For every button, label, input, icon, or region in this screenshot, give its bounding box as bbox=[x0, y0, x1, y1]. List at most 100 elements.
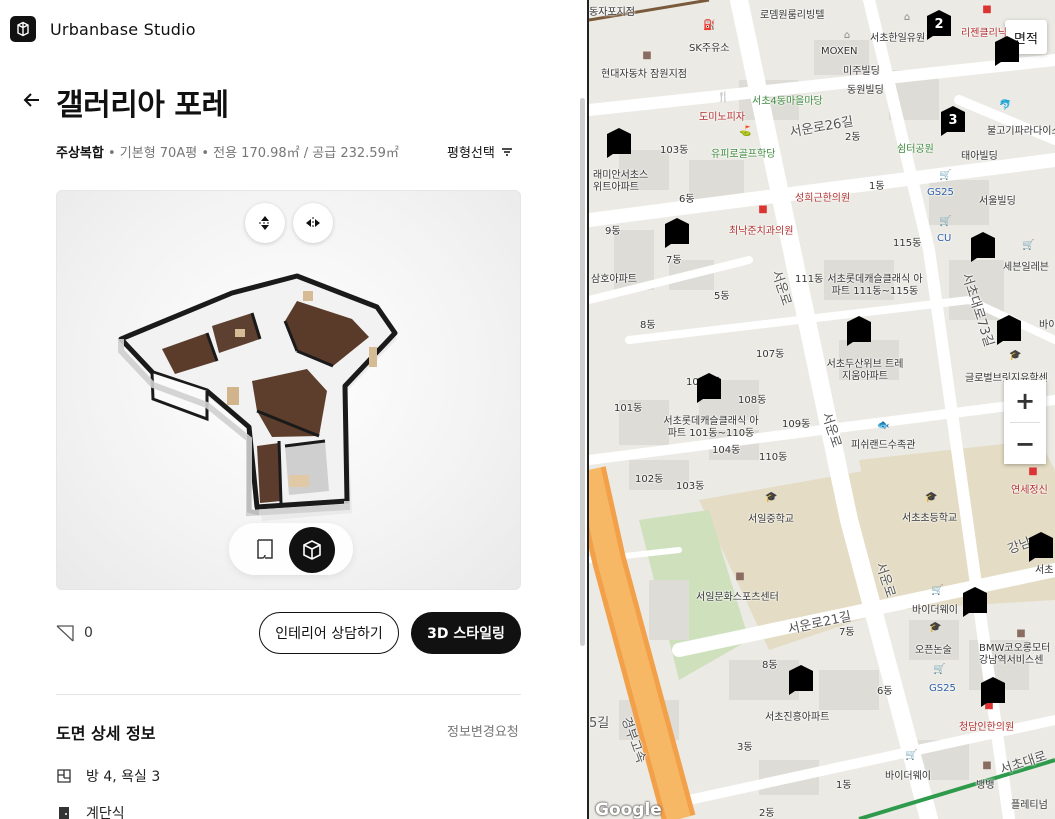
map-label: 동원빌딩 bbox=[847, 85, 884, 96]
apartment-marker-icon[interactable] bbox=[787, 665, 815, 695]
bookmark-icon bbox=[56, 625, 74, 642]
interior-consult-button[interactable]: 인테리어 상담하기 bbox=[259, 612, 399, 654]
sports-center-icon: ■ bbox=[735, 571, 745, 582]
map-label: GS25 bbox=[929, 683, 956, 694]
store-icon: 🛒 bbox=[905, 750, 918, 761]
apartment-marker-icon[interactable] bbox=[1027, 532, 1055, 562]
view-2d-button[interactable] bbox=[253, 537, 277, 561]
map-label: 플레티넘 bbox=[1011, 800, 1048, 811]
rooms-info: 방 4, 욕실 3 bbox=[56, 766, 160, 786]
apartment-marker-icon[interactable] bbox=[979, 677, 1007, 707]
store-icon: 🛒 bbox=[933, 664, 946, 675]
apartment-marker-icon[interactable] bbox=[995, 315, 1023, 345]
school-icon: 🎓 bbox=[929, 622, 942, 633]
map-label: 서초롯데캐슬클래식 아파트 111동~115동 bbox=[827, 274, 923, 297]
floorplan-meta: 주상복합 • 기본형 70A평 • 전용 170.98㎡ / 공급 232.59… bbox=[56, 142, 399, 161]
apartment-marker-icon[interactable] bbox=[961, 587, 989, 617]
floorplan-2d-icon bbox=[257, 539, 273, 559]
building-icon: ⌂ bbox=[843, 30, 851, 41]
map-label: 3동 bbox=[737, 742, 753, 753]
map-label: 6동 bbox=[679, 194, 695, 205]
cluster-marker[interactable]: 3 bbox=[939, 106, 967, 136]
detail-panel: Urbanbase Studio 갤러리아 포레 주상복합 • 기본형 70A평… bbox=[0, 0, 588, 819]
map-label: 서초초등학교 bbox=[902, 513, 958, 524]
zoom-out-button[interactable]: − bbox=[1004, 423, 1046, 465]
size-select-button[interactable]: 평형선택 bbox=[447, 142, 513, 161]
zoom-in-button[interactable]: + bbox=[1004, 380, 1046, 422]
aquarium-icon: 🐟 bbox=[877, 420, 890, 431]
map-label: 108동 bbox=[738, 395, 767, 406]
zoom-controls: + − bbox=[1004, 380, 1046, 464]
map-label: 세븐일레븐 bbox=[1003, 262, 1049, 273]
map-label: 103동 bbox=[676, 481, 705, 492]
map-label: 110동 bbox=[759, 452, 788, 463]
building-icon: ■ bbox=[982, 760, 992, 771]
panel-scrollbar[interactable] bbox=[580, 98, 585, 646]
apartment-marker-icon[interactable] bbox=[845, 316, 873, 346]
store-icon: 🛒 bbox=[939, 170, 952, 181]
building-icon: ■ bbox=[642, 50, 652, 61]
cube-3d-icon bbox=[303, 540, 321, 560]
cluster-marker[interactable]: 2 bbox=[925, 10, 953, 40]
floorplan-3d-viewer[interactable] bbox=[56, 190, 521, 590]
apartment-marker-icon[interactable] bbox=[605, 128, 633, 158]
apartment-marker-icon[interactable] bbox=[663, 218, 691, 248]
golf-icon: ⛳ bbox=[739, 126, 752, 137]
school-icon: 🎓 bbox=[765, 492, 778, 503]
back-arrow-icon[interactable] bbox=[20, 88, 44, 112]
map-label: 서초4동마을마당 bbox=[752, 96, 823, 107]
map-label: 서초롯데캐슬클래식 아파트 101동~110동 bbox=[663, 416, 759, 439]
map-label: 최낙준치과의원 bbox=[729, 226, 794, 237]
map-label: 뱅뱅 bbox=[976, 780, 995, 791]
filter-icon bbox=[501, 147, 512, 156]
map-label: 동자포지점 bbox=[589, 7, 635, 18]
school-icon: 🎓 bbox=[1009, 350, 1022, 361]
map-label: 7동 bbox=[839, 627, 855, 638]
apartment-marker-icon[interactable] bbox=[993, 36, 1021, 66]
brand[interactable]: Urbanbase Studio bbox=[10, 16, 196, 42]
map-label: 서울빌딩 bbox=[979, 196, 1016, 207]
rooms-text: 방 4, 욕실 3 bbox=[86, 769, 161, 785]
map-label: 피쉬랜드수족관 bbox=[851, 440, 916, 451]
map-label: 삼호아파트 bbox=[591, 274, 637, 285]
map-label: 107동 bbox=[756, 349, 785, 360]
store-icon: 🛒 bbox=[1022, 240, 1035, 251]
google-logo: Google bbox=[595, 800, 662, 819]
view-mode-toggle bbox=[229, 523, 353, 575]
cluster-count: 2 bbox=[934, 17, 944, 32]
brand-logo-icon bbox=[10, 16, 36, 42]
section-divider bbox=[56, 694, 521, 695]
map-label: 서초두산위브 트레지움아파트 bbox=[826, 359, 904, 382]
map-label: CU bbox=[937, 233, 952, 244]
map-label: 102동 bbox=[635, 474, 664, 485]
structure-text: 계단식 bbox=[86, 806, 125, 819]
map-label: 6동 bbox=[877, 686, 893, 697]
3d-styling-button[interactable]: 3D 스타일링 bbox=[411, 612, 521, 654]
map-label: 유피로골프학당 bbox=[711, 149, 776, 160]
map-label: 115동 bbox=[893, 238, 922, 249]
map-label: 2동 bbox=[759, 808, 775, 819]
cluster-count: 3 bbox=[948, 113, 958, 128]
apartment-marker-icon[interactable] bbox=[695, 373, 723, 403]
apartment-marker-icon[interactable] bbox=[969, 232, 997, 262]
school-icon: 🎓 bbox=[925, 492, 938, 503]
map-label: MOXEN bbox=[821, 46, 858, 57]
map-label: 바이더웨이 bbox=[885, 771, 931, 782]
change-request-link[interactable]: 정보변경요청 bbox=[447, 721, 519, 740]
map-label: 쉼터공원 bbox=[897, 144, 934, 155]
bookmark-button[interactable]: 0 bbox=[56, 624, 93, 642]
building-type: 주상복합 bbox=[56, 146, 104, 161]
floorplan-specs: • 기본형 70A평 • 전용 170.98㎡ / 공급 232.59㎡ bbox=[103, 146, 399, 161]
map-label: 서일문화스포츠센터 bbox=[696, 592, 779, 603]
view-3d-button[interactable] bbox=[289, 527, 335, 573]
structure-info: 계단식 bbox=[56, 803, 125, 819]
map-label: 109동 bbox=[782, 419, 811, 430]
map-label: 서일중학교 bbox=[748, 514, 794, 525]
map-label: 7동 bbox=[666, 255, 682, 266]
map-label: 연세정신 bbox=[1011, 485, 1048, 496]
clinic-icon: ■ bbox=[982, 4, 992, 15]
map-label: BMW코오롱모터 강남역서비스센 bbox=[979, 643, 1051, 666]
map-view[interactable]: 면적 로뎀원룸리빙텔 서초한일유원 리젠클리닉 SK주유소 MOXEN 미주빌딩… bbox=[589, 0, 1055, 819]
map-label: 청담인한의원 bbox=[959, 722, 1015, 733]
door-icon bbox=[59, 807, 69, 819]
